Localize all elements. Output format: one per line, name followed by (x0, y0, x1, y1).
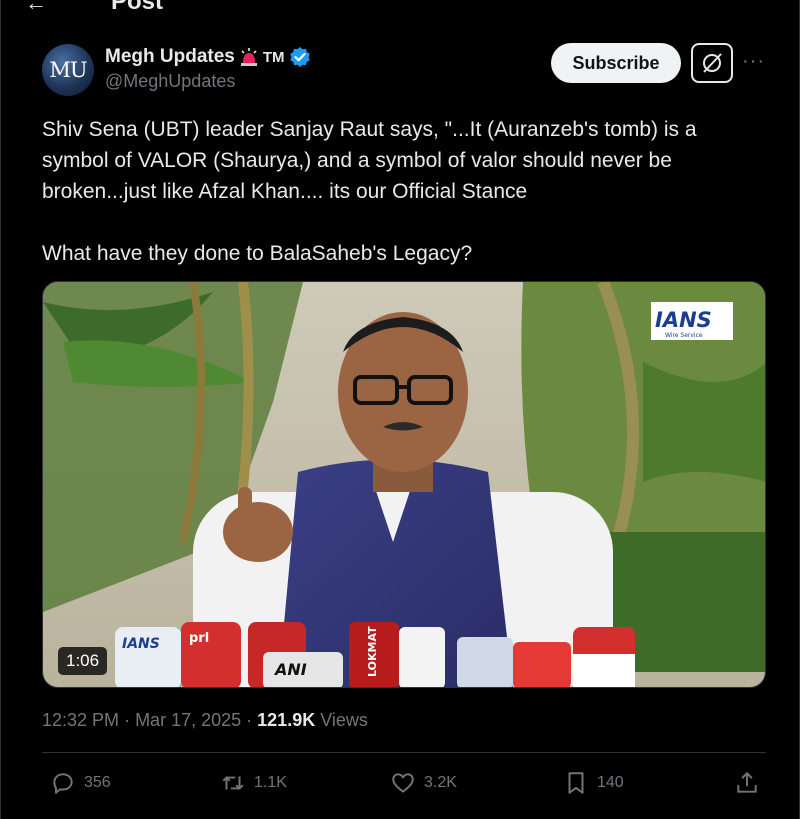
divider (42, 752, 766, 753)
share-button[interactable] (734, 770, 760, 796)
back-arrow-icon[interactable]: ← (25, 0, 47, 16)
verified-badge-icon (289, 47, 310, 67)
like-count: 3.2K (424, 774, 457, 791)
post-meta: 12:32 PM · Mar 17, 2025 · 121.9K Views (42, 710, 368, 731)
post-time[interactable]: 12:32 PM (42, 710, 119, 730)
bookmark-button[interactable]: 140 (563, 770, 624, 796)
repost-button[interactable]: 1.1K (220, 770, 287, 796)
like-button[interactable]: 3.2K (390, 770, 457, 796)
subscribe-button[interactable]: Subscribe (551, 43, 681, 83)
post-date[interactable]: Mar 17, 2025 (135, 710, 241, 730)
meta-separator: · (124, 710, 136, 730)
views-label: Views (320, 710, 368, 730)
reply-button[interactable]: 356 (50, 770, 111, 796)
ians-watermark-sub: Wire Service (665, 332, 703, 339)
page-title: Post (111, 0, 164, 15)
views-count: 121.9K (257, 710, 316, 730)
mic-label-lokmat: LOKMAT (366, 626, 379, 677)
mic-label-prl: prl (189, 631, 209, 646)
repost-icon (222, 776, 244, 790)
share-icon (737, 771, 757, 793)
bookmark-icon (568, 772, 584, 794)
avatar[interactable]: MU (42, 44, 94, 96)
post-page: ← Post MU Megh Updates TM @MeghUpdates S… (0, 0, 800, 819)
trademark-mark: TM (262, 48, 285, 66)
video-player[interactable]: IANS prl ANI LOKMAT IANS Wire Service 1:… (42, 281, 766, 688)
top-bar: ← Post (1, 0, 800, 15)
video-thumbnail: IANS prl ANI LOKMAT IANS Wire Service (43, 282, 765, 687)
meta-separator: · (246, 710, 258, 730)
author-display-name[interactable]: Megh Updates (105, 46, 235, 68)
bookmark-count: 140 (597, 774, 624, 791)
mic-label-ani: ANI (273, 660, 307, 679)
reply-count: 356 (84, 774, 111, 791)
grok-icon[interactable] (691, 43, 733, 83)
action-bar: 356 1.1K 3.2K 140 (42, 770, 766, 802)
author-name-row: Megh Updates TM (105, 44, 311, 70)
video-duration: 1:06 (58, 647, 108, 675)
author-handle[interactable]: @MeghUpdates (105, 71, 235, 92)
reply-icon (53, 773, 73, 794)
more-options-icon[interactable]: ··· (742, 50, 765, 73)
avatar-text: MU (49, 58, 87, 82)
repost-count: 1.1K (254, 774, 287, 791)
tweet-text: Shiv Sena (UBT) leader Sanjay Raut says,… (42, 118, 697, 265)
heart-icon (392, 773, 414, 793)
mic-label-ians: IANS (122, 636, 160, 652)
siren-emoji-icon (239, 47, 259, 67)
ians-watermark: IANS (655, 308, 712, 332)
